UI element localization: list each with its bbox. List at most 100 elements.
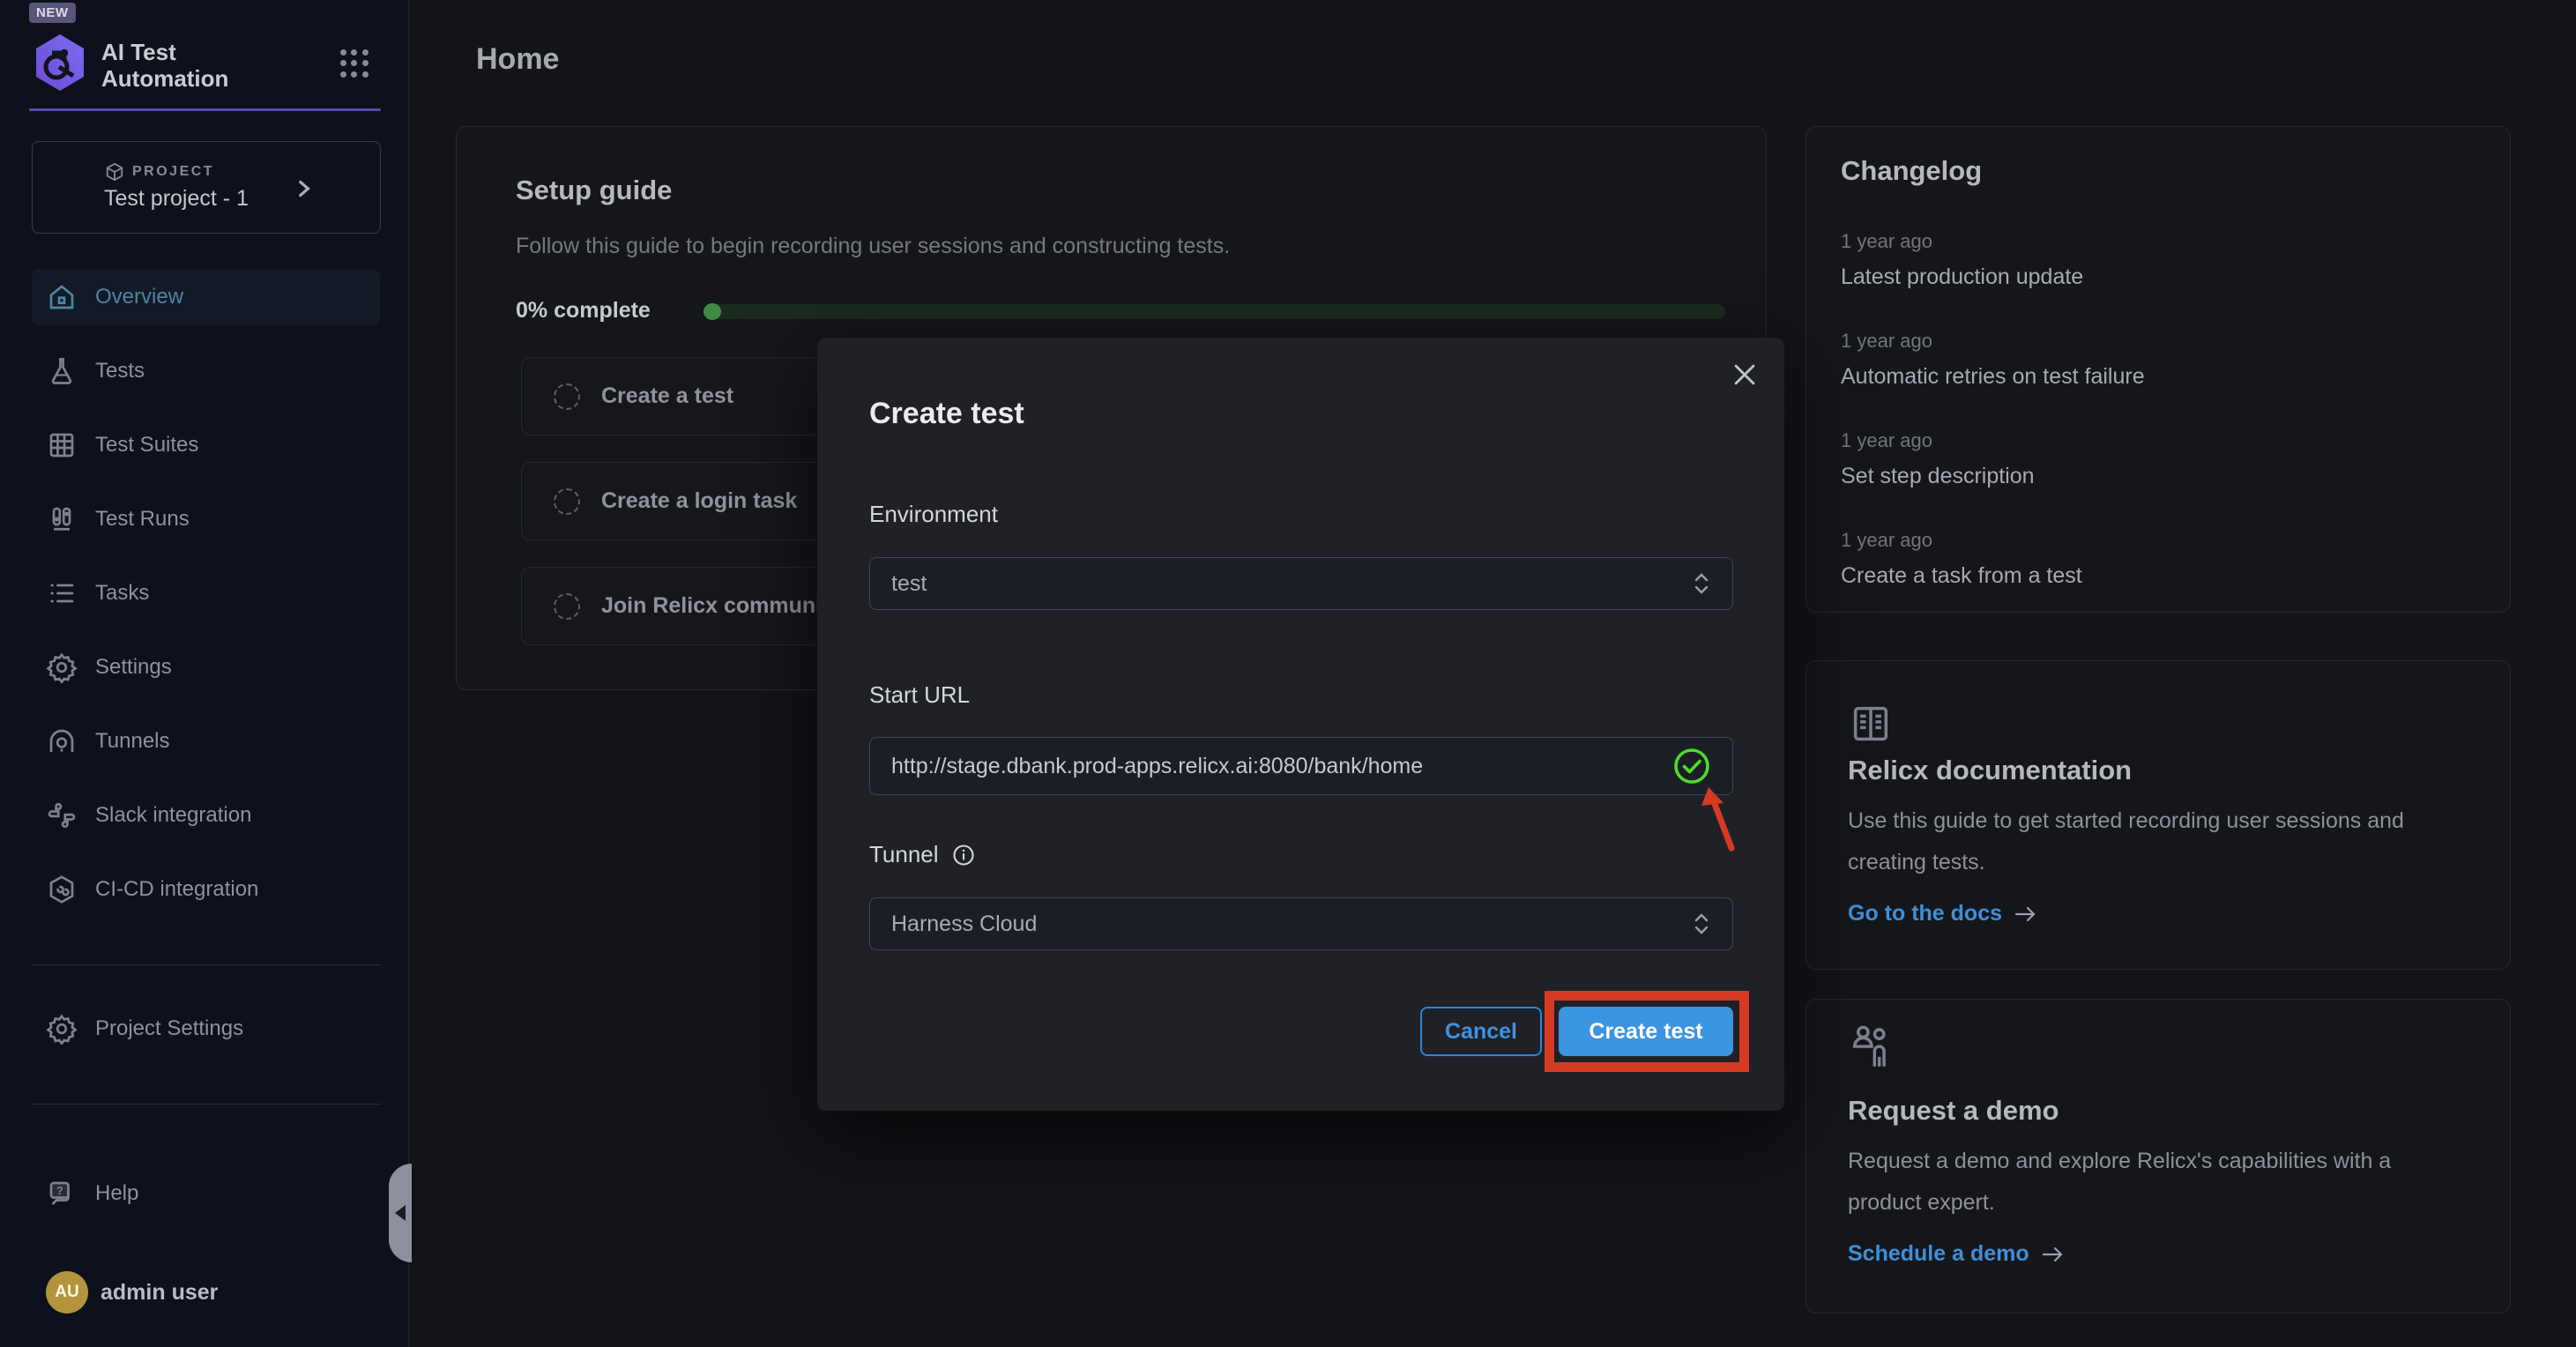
cancel-button[interactable]: Cancel — [1420, 1007, 1542, 1056]
sidebar-item-label: Test Suites — [95, 433, 198, 458]
close-icon[interactable] — [1730, 360, 1765, 395]
sidebar-item-label: Tunnels — [95, 729, 170, 754]
changelog-entry-time: 1 year ago — [1841, 429, 1932, 452]
go-to-docs-label: Go to the docs — [1848, 901, 2002, 927]
svg-text:?: ? — [56, 1184, 63, 1197]
sidebar-item-label: Settings — [95, 655, 172, 680]
demo-title: Request a demo — [1848, 1095, 2059, 1127]
ci-cd-icon — [46, 874, 78, 905]
project-eyebrow: PROJECT — [105, 162, 214, 182]
app-switcher-icon[interactable] — [340, 49, 369, 78]
sidebar-divider — [32, 964, 381, 965]
sidebar-item-label: Project Settings — [95, 1016, 243, 1041]
annotation-highlight-box — [1545, 991, 1749, 1072]
sidebar-item-test-suites[interactable]: Test Suites — [32, 417, 380, 473]
tunnel-icon — [46, 726, 78, 757]
setup-task-label: Create a test — [601, 383, 733, 409]
chevron-right-icon — [292, 177, 315, 200]
sidebar-item-label: CI-CD integration — [95, 877, 258, 902]
changelog-entry-title: Latest production update — [1841, 264, 2083, 290]
flask-icon — [46, 355, 78, 387]
tunnel-value: Harness Cloud — [891, 912, 1692, 937]
environment-select[interactable]: test — [869, 557, 1733, 610]
sidebar-item-label: Test Runs — [95, 507, 190, 532]
gear-icon — [46, 651, 78, 683]
chevron-up-down-icon — [1692, 570, 1711, 597]
sidebar: NEW AI Test Automation PROJECT T — [0, 0, 409, 1347]
progress-bar-fill — [704, 303, 721, 320]
grid-table-icon — [46, 429, 78, 461]
environment-value: test — [891, 571, 1692, 597]
progress-label: 0% complete — [516, 298, 651, 324]
app-logo — [33, 33, 87, 92]
demo-description: Request a demo and explore Relicx's capa… — [1848, 1141, 2456, 1224]
sidebar-item-tunnels[interactable]: Tunnels — [32, 713, 380, 770]
sidebar-item-settings[interactable]: Settings — [32, 639, 380, 696]
annotation-arrow — [1675, 776, 1754, 864]
list-icon — [46, 577, 78, 609]
slack-icon — [46, 800, 78, 831]
setup-guide-title: Setup guide — [516, 175, 672, 206]
setup-task-label: Join Relicx community — [601, 593, 841, 619]
sidebar-item-tests[interactable]: Tests — [32, 343, 380, 399]
app-title: AI Test Automation — [101, 39, 331, 92]
cube-icon — [105, 162, 124, 182]
sidebar-item-label: Tasks — [95, 581, 149, 606]
chevron-left-icon — [395, 1205, 406, 1221]
people-icon — [1848, 1021, 1894, 1070]
tunnel-select[interactable]: Harness Cloud — [869, 897, 1733, 950]
user-avatar[interactable]: AU — [46, 1271, 88, 1314]
sidebar-item-cicd-integration[interactable]: CI-CD integration — [32, 861, 380, 918]
start-url-input[interactable]: http://stage.dbank.prod-apps.relicx.ai:8… — [869, 737, 1733, 795]
start-url-value: http://stage.dbank.prod-apps.relicx.ai:8… — [891, 754, 1672, 779]
sidebar-item-test-runs[interactable]: Test Runs — [32, 491, 380, 547]
sidebar-item-label: Help — [95, 1181, 138, 1206]
changelog-entry-title: Create a task from a test — [1841, 563, 2082, 589]
app-title-line2: Automation — [101, 65, 331, 92]
sidebar-item-label: Overview — [95, 285, 183, 309]
user-name: admin user — [101, 1280, 218, 1306]
unchecked-circle-icon — [554, 593, 580, 620]
changelog-entry-title: Set step description — [1841, 464, 2035, 489]
chevron-up-down-icon — [1692, 911, 1711, 937]
setup-task-label: Create a login task — [601, 488, 797, 514]
progress-bar — [704, 304, 1725, 319]
setup-guide-description: Follow this guide to begin recording use… — [516, 234, 1230, 259]
sidebar-item-tasks[interactable]: Tasks — [32, 565, 380, 621]
sidebar-divider — [32, 1104, 381, 1105]
modal-title: Create test — [869, 397, 1024, 431]
changelog-entry-time: 1 year ago — [1841, 330, 1932, 353]
changelog-entry-time: 1 year ago — [1841, 230, 1932, 253]
sidebar-item-overview[interactable]: Overview — [32, 269, 380, 325]
unchecked-circle-icon — [554, 488, 580, 515]
sidebar-item-help[interactable]: ? Help — [32, 1165, 380, 1222]
changelog-entry-time: 1 year ago — [1841, 529, 1932, 552]
schedule-demo-link[interactable]: Schedule a demo — [1848, 1241, 2066, 1267]
info-icon[interactable] — [951, 843, 976, 867]
test-runs-icon — [46, 503, 78, 535]
documentation-icon — [1848, 701, 1894, 747]
docs-title: Relicx documentation — [1848, 755, 2132, 786]
unchecked-circle-icon — [554, 383, 580, 410]
app-window: NEW AI Test Automation PROJECT T — [0, 0, 2576, 1347]
help-chat-icon: ? — [46, 1178, 78, 1209]
docs-description: Use this guide to get started recording … — [1848, 800, 2447, 883]
sidebar-collapse-handle[interactable] — [389, 1164, 412, 1262]
gear-icon — [46, 1013, 78, 1045]
sidebar-item-label: Tests — [95, 359, 145, 383]
schedule-demo-label: Schedule a demo — [1848, 1241, 2029, 1267]
environment-label: Environment — [869, 501, 998, 528]
sidebar-item-project-settings[interactable]: Project Settings — [32, 1001, 380, 1057]
changelog-entry-title: Automatic retries on test failure — [1841, 364, 2145, 390]
brand-underline — [29, 108, 381, 111]
project-selector[interactable]: PROJECT Test project - 1 — [32, 141, 381, 234]
new-badge: NEW — [29, 3, 76, 23]
go-to-docs-link[interactable]: Go to the docs — [1848, 901, 2039, 927]
tunnel-label-row: Tunnel — [869, 841, 976, 868]
project-eyebrow-label: PROJECT — [132, 164, 214, 180]
start-url-label: Start URL — [869, 681, 970, 709]
sidebar-item-slack-integration[interactable]: Slack integration — [32, 787, 380, 844]
arrow-right-icon — [2013, 904, 2039, 925]
tunnel-label: Tunnel — [869, 841, 939, 868]
changelog-title: Changelog — [1841, 155, 1982, 187]
